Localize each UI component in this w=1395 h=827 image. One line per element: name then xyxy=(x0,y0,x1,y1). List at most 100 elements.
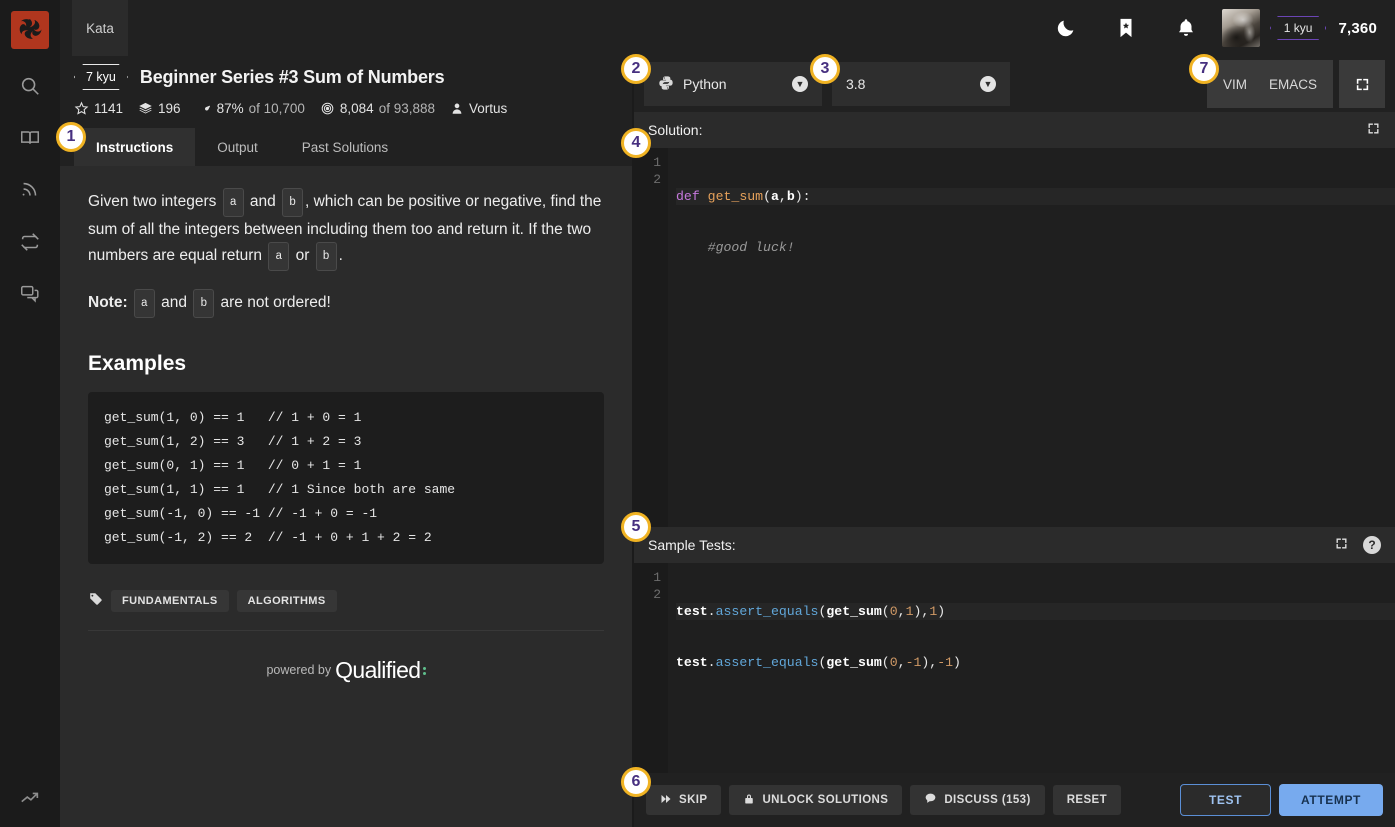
editor-modes: VIM EMACS xyxy=(1207,60,1385,108)
search-icon[interactable] xyxy=(15,71,45,101)
skip-button[interactable]: SKIP xyxy=(646,785,721,815)
callout-5: 5 xyxy=(621,512,651,542)
examples-code-block: get_sum(1, 0) == 1 // 1 + 0 = 1 get_sum(… xyxy=(88,392,604,564)
stat-solved: 8,084 of 93,888 xyxy=(320,101,435,116)
tag-icon xyxy=(88,591,103,611)
rail-bottom-group xyxy=(0,783,60,813)
unlock-solutions-label: UNLOCK SOLUTIONS xyxy=(762,794,888,806)
tests-line-number: 2 xyxy=(634,586,661,603)
discuss-button[interactable]: DISCUSS (153) xyxy=(910,785,1044,815)
gauge-icon xyxy=(196,101,212,116)
tags-row: FUNDAMENTALS ALGORITHMS xyxy=(88,590,604,631)
desc-text-e: . xyxy=(339,247,343,264)
callout-3: 3 xyxy=(810,54,840,84)
book-icon[interactable] xyxy=(15,123,45,153)
stat-stars: 1141 xyxy=(74,101,123,116)
user-rank-badge: 1 kyu xyxy=(1270,16,1327,40)
stat-completion-of: of 10,700 xyxy=(249,101,305,116)
lock-icon xyxy=(743,792,755,809)
qualified-brand: Qualified xyxy=(335,657,420,683)
attempt-button[interactable]: ATTEMPT xyxy=(1279,784,1383,816)
tab-past-solutions[interactable]: Past Solutions xyxy=(280,128,410,166)
note-text-a: and xyxy=(157,294,191,311)
question-icon[interactable]: ? xyxy=(1363,536,1381,554)
editor-fullscreen-button[interactable] xyxy=(1339,60,1385,108)
stat-stars-value: 1141 xyxy=(94,101,123,116)
stat-author-name[interactable]: Vortus xyxy=(469,101,507,116)
tab-instructions[interactable]: Instructions xyxy=(74,128,195,166)
attempt-label: ATTEMPT xyxy=(1301,793,1361,807)
action-bar: SKIP UNLOCK SOLUTIONS DISCUSS (153) xyxy=(634,773,1395,827)
callout-6: 6 xyxy=(621,767,651,797)
top-bar-right: 1 kyu 7,360 xyxy=(1036,0,1395,56)
repeat-icon[interactable] xyxy=(15,227,45,257)
tab-output[interactable]: Output xyxy=(195,128,280,166)
callout-4: 4 xyxy=(621,128,651,158)
solution-header-actions xyxy=(1366,121,1381,139)
callout-1: 1 xyxy=(56,122,86,152)
version-value: 3.8 xyxy=(846,76,865,92)
desc-text-a: Given two integers xyxy=(88,193,221,210)
codewars-logo[interactable] xyxy=(11,11,49,49)
solution-code[interactable]: def get_sum(a,b): #good luck! xyxy=(668,148,1395,527)
solution-expand-icon[interactable] xyxy=(1366,121,1381,139)
rss-icon[interactable] xyxy=(15,175,45,205)
sample-tests-editor[interactable]: 1 2 test.assert_equals(get_sum(0,1),1) t… xyxy=(634,563,1395,773)
chat-icon[interactable] xyxy=(15,279,45,309)
desc-text-b: and xyxy=(246,193,280,210)
tab-instructions-label: Instructions xyxy=(96,140,173,155)
bell-icon[interactable] xyxy=(1156,0,1216,56)
stat-solved-of: of 93,888 xyxy=(379,101,435,116)
codewars-kata-trainer: Kata 1 kyu 7,360 xyxy=(0,0,1395,827)
stat-forks: 196 xyxy=(138,101,181,116)
solution-panel: Solution: 1 2 def get_su xyxy=(634,112,1395,527)
sample-tests-expand-icon[interactable] xyxy=(1334,536,1349,554)
chevron-down-icon: ▼ xyxy=(792,76,808,92)
unlock-solutions-button[interactable]: UNLOCK SOLUTIONS xyxy=(729,785,902,815)
test-button[interactable]: TEST xyxy=(1180,784,1271,816)
qualified-dots-icon xyxy=(423,665,426,677)
kata-title-row: 7 kyu Beginner Series #3 Sum of Numbers xyxy=(74,64,632,90)
version-select[interactable]: 3.8 ▼ xyxy=(832,62,1010,106)
user-icon xyxy=(450,101,464,116)
moon-icon[interactable] xyxy=(1036,0,1096,56)
tag-algorithms[interactable]: ALGORITHMS xyxy=(237,590,337,612)
description-tabs: Instructions Output Past Solutions xyxy=(74,128,632,166)
reset-button[interactable]: RESET xyxy=(1053,785,1121,815)
python-icon xyxy=(658,75,674,94)
language-select[interactable]: Python ▼ xyxy=(644,62,822,106)
mode-vim[interactable]: VIM xyxy=(1223,77,1247,92)
discuss-label: DISCUSS (153) xyxy=(944,794,1030,806)
description-content: Given two integers a and b, which can be… xyxy=(60,166,632,698)
callout-2: 2 xyxy=(621,54,651,84)
tests-gutter: 1 2 xyxy=(634,563,668,773)
callout-7: 7 xyxy=(1189,54,1219,84)
target-icon xyxy=(320,101,335,116)
tab-output-label: Output xyxy=(217,140,258,155)
tab-past-solutions-label: Past Solutions xyxy=(302,140,388,155)
editor-toolbar: Python ▼ 3.8 ▼ VIM EMACS xyxy=(634,56,1395,112)
trending-icon[interactable] xyxy=(15,783,45,813)
tests-code[interactable]: test.assert_equals(get_sum(0,1),1) test.… xyxy=(668,563,1395,773)
avatar[interactable] xyxy=(1222,9,1260,47)
note-text-b: are not ordered! xyxy=(216,294,331,311)
inline-code-b1: b xyxy=(282,188,303,217)
tab-kata-label: Kata xyxy=(86,21,114,36)
inline-code-a1: a xyxy=(223,188,244,217)
description-body: Given two integers a and b, which can be… xyxy=(60,166,632,827)
kata-rank-badge: 7 kyu xyxy=(74,64,128,90)
skip-label: SKIP xyxy=(679,794,707,806)
examples-heading: Examples xyxy=(88,352,604,376)
sample-tests-header: Sample Tests: ? xyxy=(634,527,1395,563)
solution-editor[interactable]: 1 2 def get_sum(a,b): #good luck! xyxy=(634,148,1395,527)
sample-tests-label: Sample Tests: xyxy=(648,537,736,553)
tag-fundamentals[interactable]: FUNDAMENTALS xyxy=(111,590,229,612)
layers-icon xyxy=(138,101,153,116)
powered-by: powered byQualified xyxy=(88,631,604,698)
solution-header: Solution: xyxy=(634,112,1395,148)
mode-emacs[interactable]: EMACS xyxy=(1269,77,1317,92)
bookmark-icon[interactable] xyxy=(1096,0,1156,56)
tab-kata[interactable]: Kata xyxy=(72,0,128,56)
left-nav-rail xyxy=(0,0,60,827)
stat-completion-pct: 87% xyxy=(217,101,244,116)
